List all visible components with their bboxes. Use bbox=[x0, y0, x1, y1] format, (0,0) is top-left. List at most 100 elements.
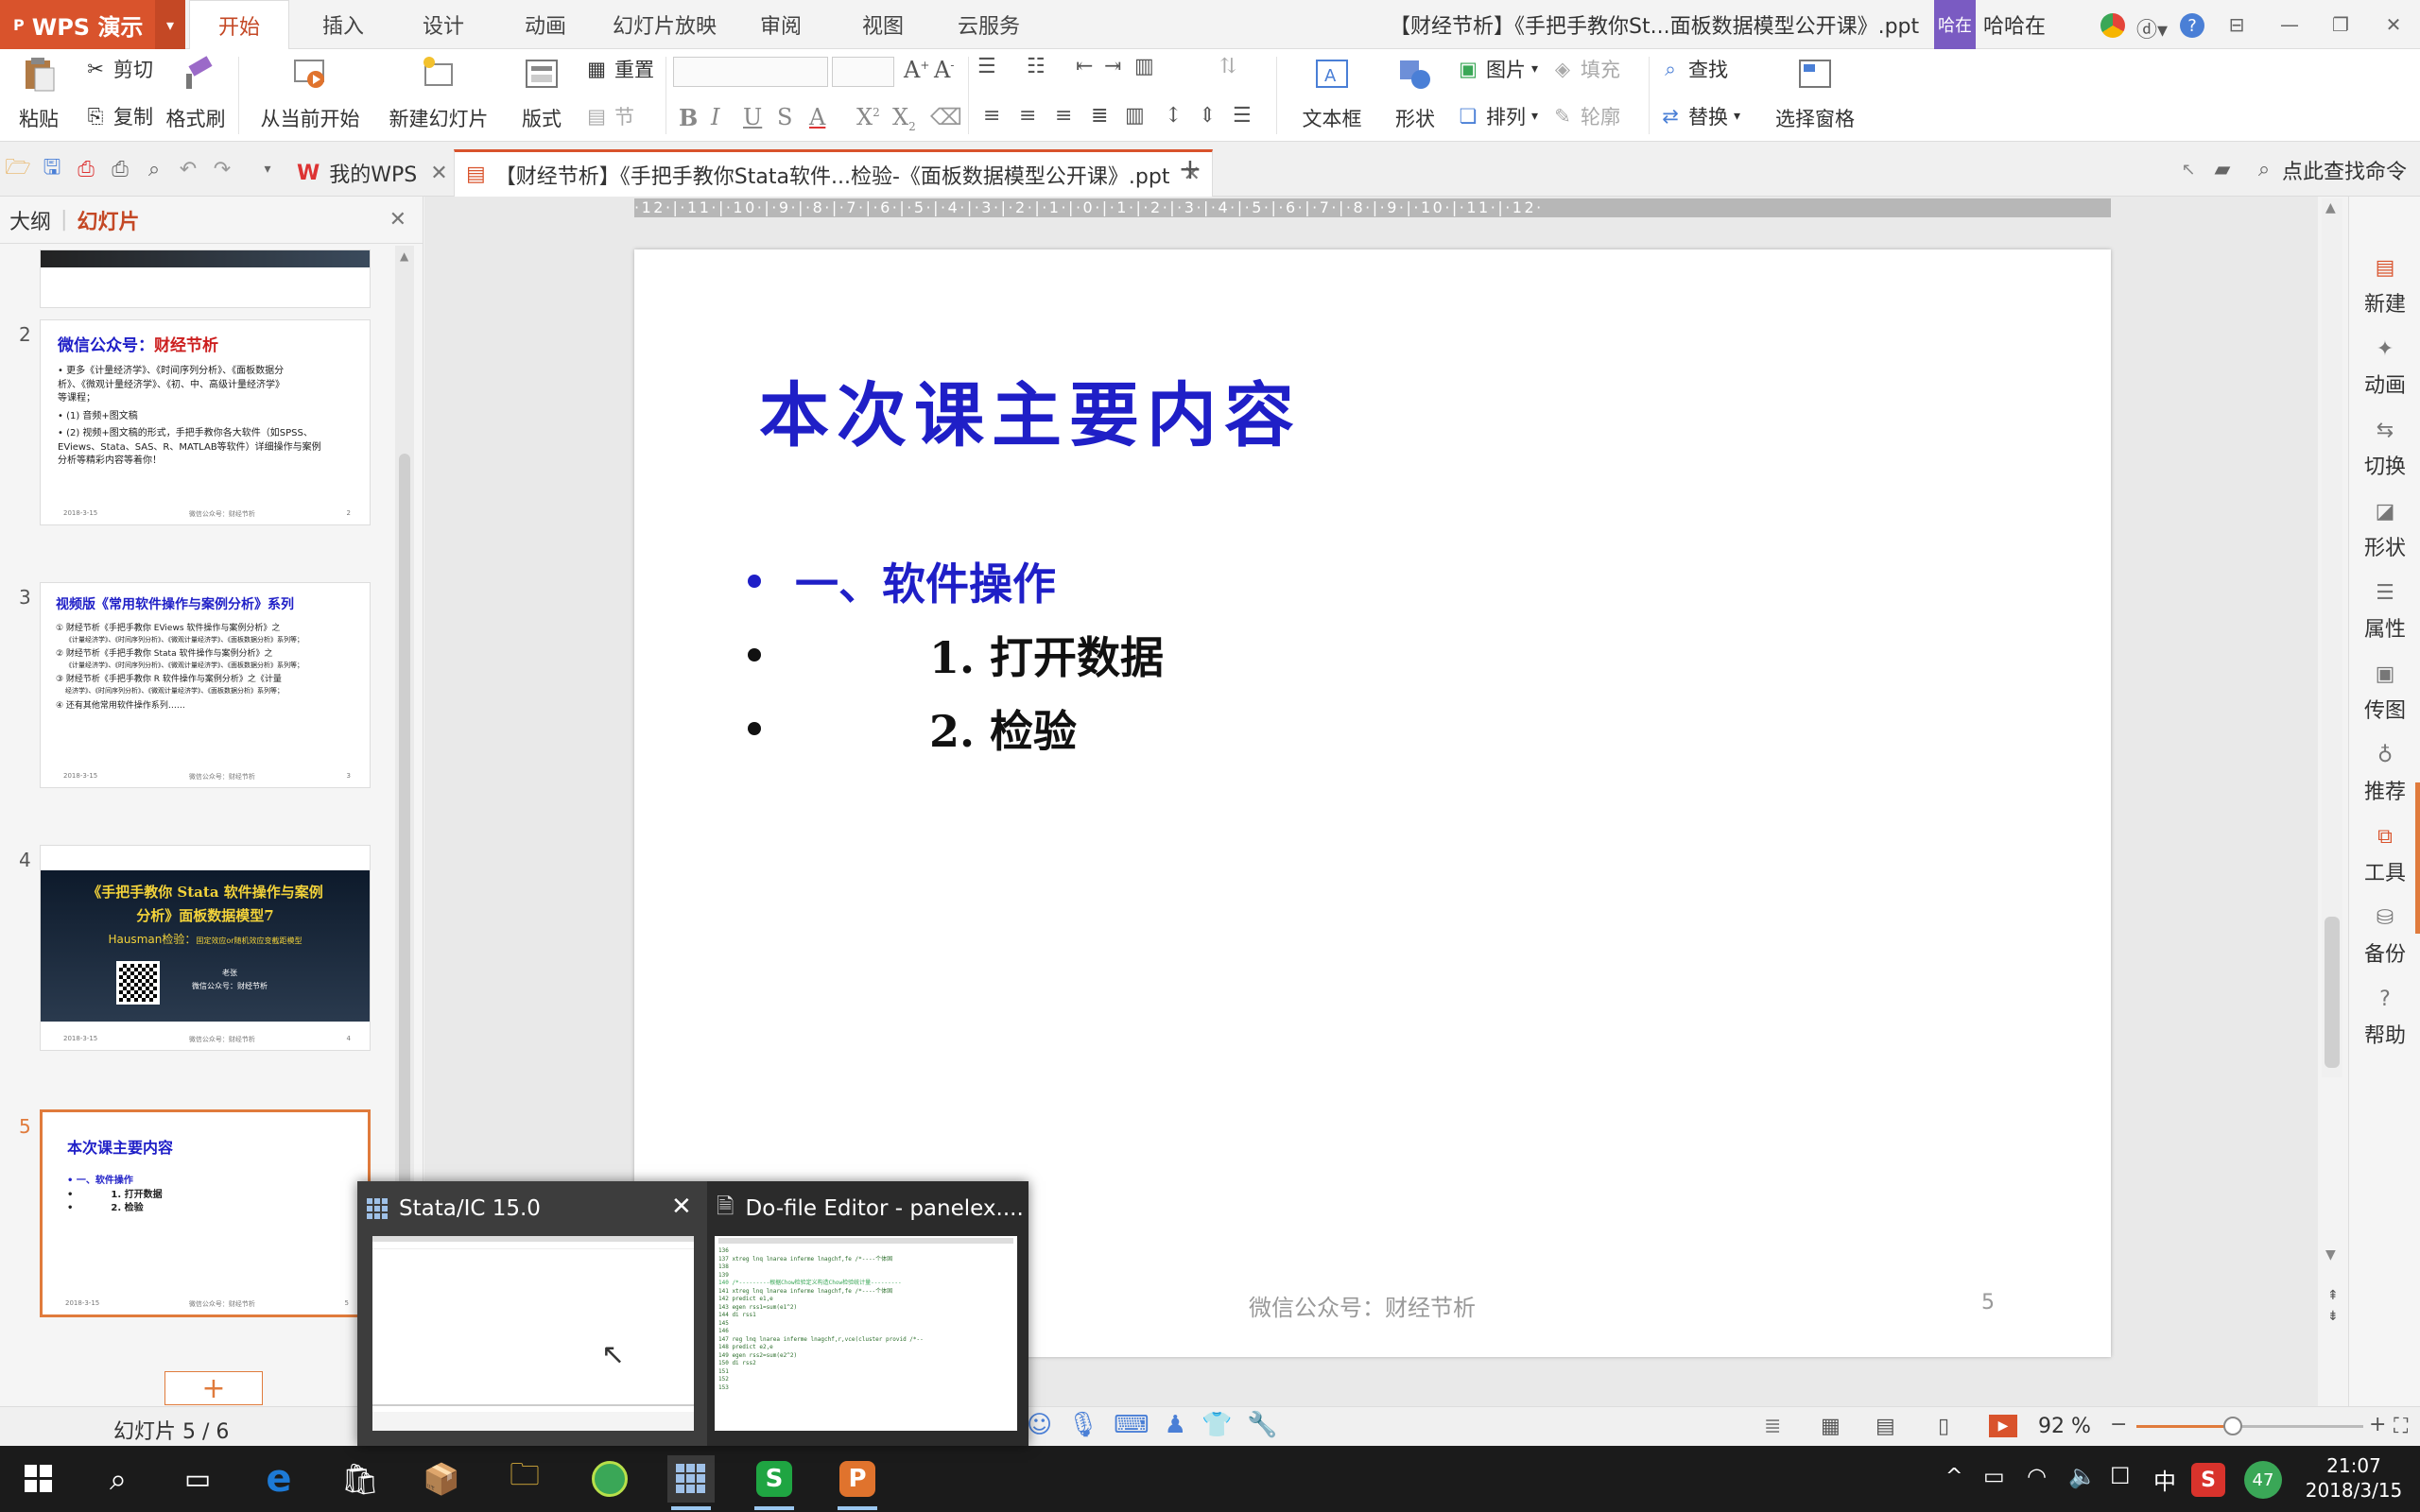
task-view-icon[interactable]: ▭ bbox=[174, 1455, 221, 1503]
rail-upload-image[interactable]: ▣ 传图 bbox=[2349, 660, 2420, 724]
text-direction-icon[interactable]: ⇅ bbox=[1219, 55, 1236, 78]
scrollbar-thumb[interactable] bbox=[2325, 917, 2340, 1068]
package-icon[interactable]: 📦 bbox=[418, 1455, 465, 1503]
wps-spreadsheet-icon[interactable]: S bbox=[751, 1455, 798, 1510]
distribute-icon[interactable]: ▥ bbox=[1125, 104, 1145, 128]
tab-design[interactable]: 设计 bbox=[401, 0, 486, 49]
windows-start-icon[interactable] bbox=[15, 1455, 62, 1503]
print-icon[interactable]: ⎙ bbox=[106, 155, 134, 183]
edge-browser-icon[interactable]: e bbox=[255, 1455, 302, 1503]
columns-icon[interactable]: ▥ bbox=[1134, 55, 1154, 78]
outline-button[interactable]: ✎ 轮廓 bbox=[1550, 102, 1620, 130]
replace-button[interactable]: ⇄ 替换 ▾ bbox=[1658, 102, 1740, 130]
restore-ribbon-icon[interactable]: ⊟ bbox=[2210, 0, 2263, 49]
slide-footer[interactable]: 微信公众号：财经节析 bbox=[1249, 1289, 1476, 1322]
search-icon[interactable]: ⌕ bbox=[2250, 155, 2278, 183]
save-icon[interactable]: 🖫 bbox=[38, 155, 66, 183]
open-folder-icon[interactable]: 🗁 bbox=[4, 155, 32, 183]
redo-icon[interactable]: ↷ bbox=[208, 155, 236, 183]
rail-properties[interactable]: ☰ 属性 bbox=[2349, 578, 2420, 643]
shadow-icon[interactable]: S bbox=[777, 104, 792, 130]
sorter-view-icon[interactable]: ▤ bbox=[1876, 1415, 1895, 1438]
rail-transition[interactable]: ⇆ 切换 bbox=[2349, 416, 2420, 480]
justify-icon[interactable]: ≣ bbox=[1091, 104, 1108, 128]
align-left-icon[interactable]: ≡ bbox=[983, 104, 1000, 128]
reading-view-icon[interactable]: ▯ bbox=[1938, 1415, 1949, 1438]
stata-taskbar-icon[interactable] bbox=[667, 1455, 715, 1510]
bullet-list-icon[interactable]: ☰ bbox=[977, 55, 996, 78]
bold-icon[interactable]: B bbox=[679, 104, 698, 131]
volume-icon[interactable]: 🔈 bbox=[2068, 1463, 2097, 1489]
preview-do-file-editor[interactable]: 🗎 Do-file Editor - panelex.... 136 137 x… bbox=[707, 1181, 1028, 1446]
export-pdf-icon[interactable]: ⎙ bbox=[72, 155, 100, 183]
zoom-in-icon[interactable]: + bbox=[2369, 1413, 2386, 1436]
tab-view[interactable]: 视图 bbox=[839, 0, 926, 49]
numbered-list-icon[interactable]: ☷ bbox=[1027, 55, 1046, 78]
command-search[interactable]: 点此查找命令 bbox=[2282, 155, 2407, 185]
play-from-current-button[interactable]: 从当前开始 bbox=[251, 55, 369, 132]
emoji-icon[interactable]: ☺ bbox=[1027, 1411, 1052, 1439]
rail-new[interactable]: ▤ 新建 bbox=[2349, 253, 2420, 318]
decrease-indent-icon[interactable]: ⇤ bbox=[1076, 55, 1093, 78]
app-menu-button[interactable]: P WPS 演示 ▾ bbox=[0, 0, 185, 49]
preview-stata-main[interactable]: Stata/IC 15.0 ✕ ↖ bbox=[357, 1181, 707, 1446]
close-icon[interactable]: ✕ bbox=[671, 1193, 692, 1221]
show-hidden-icons[interactable]: ^ bbox=[1945, 1465, 1962, 1488]
zoom-level[interactable]: 92 % bbox=[2038, 1415, 2091, 1438]
text-align-icon[interactable]: ☰ bbox=[1233, 104, 1252, 128]
align-center-icon[interactable]: ≡ bbox=[1019, 104, 1036, 128]
search-icon[interactable]: ⌕ bbox=[95, 1455, 142, 1503]
user-avatar[interactable]: 哈在 bbox=[1934, 0, 1976, 49]
fit-window-icon[interactable]: ⛶ bbox=[2394, 1415, 2408, 1438]
undo-icon[interactable]: ↶ bbox=[174, 155, 202, 183]
scroll-up-icon[interactable]: ▲ bbox=[400, 249, 408, 263]
tab-cloud[interactable]: 云服务 bbox=[942, 0, 1036, 49]
tab-home[interactable]: 开始 bbox=[189, 0, 289, 49]
shirt-icon[interactable]: 👕 bbox=[1201, 1411, 1232, 1439]
cut-button[interactable]: ✂ 剪切 bbox=[83, 55, 153, 83]
rail-backup[interactable]: ⛁ 备份 bbox=[2349, 903, 2420, 968]
user-icon[interactable]: ♟ bbox=[1165, 1411, 1186, 1439]
rail-animation[interactable]: ✦ 动画 bbox=[2349, 335, 2420, 399]
scroll-down-icon[interactable]: ▼ bbox=[2325, 1247, 2336, 1263]
font-family-select[interactable] bbox=[673, 57, 828, 87]
decrease-font-icon[interactable]: A- bbox=[934, 57, 954, 83]
add-slide-button[interactable]: + bbox=[164, 1371, 263, 1405]
arrange-button[interactable]: ❏ 排列 ▾ bbox=[1456, 102, 1538, 130]
slide-bullet-1[interactable]: 一、软件操作 bbox=[748, 550, 1056, 612]
scroll-up-icon[interactable]: ▲ bbox=[2325, 200, 2336, 215]
rail-help[interactable]: ? 帮助 bbox=[2349, 985, 2420, 1049]
play-slideshow-icon[interactable]: ▶ bbox=[1989, 1415, 2017, 1437]
cursor-icon[interactable]: ↖ bbox=[2174, 155, 2203, 183]
slide-thumbnail-4[interactable]: 《手把手教你 Stata 软件操作与案例 分析》面板数据模型7 Hausman检… bbox=[40, 845, 371, 1051]
subscript-icon[interactable]: X2 bbox=[892, 104, 916, 133]
slide-thumbnail-2[interactable]: 微信公众号：财经节析 • 更多《计量经济学》、《时间序列分析》、《面板数据分 析… bbox=[40, 319, 371, 525]
new-slide-button[interactable]: 新建幻灯片 bbox=[380, 55, 497, 132]
tab-outline[interactable]: 大纲 bbox=[0, 205, 60, 235]
slide-thumbnail-1[interactable] bbox=[40, 249, 371, 308]
slide-thumbnail-3[interactable]: 视频版《常用软件操作与案例分析》系列 ① 财经节析《手把手教你 EViews 软… bbox=[40, 582, 371, 788]
underline-icon[interactable]: U bbox=[743, 104, 762, 130]
sogou-icon[interactable]: S bbox=[2191, 1463, 2225, 1497]
new-tab-icon[interactable]: + bbox=[1176, 153, 1204, 186]
tab-active-document[interactable]: ▤ 【财经节析】《手把手教你Stata软件...检验-《面板数据模型公开课》.p… bbox=[454, 149, 1213, 197]
normal-view-icon[interactable]: ▦ bbox=[1821, 1415, 1841, 1438]
find-button[interactable]: ⌕ 查找 bbox=[1658, 55, 1728, 83]
slide-bullet-2[interactable]: 1. 打开数据 bbox=[748, 624, 1164, 686]
font-color-icon[interactable]: A bbox=[809, 104, 825, 130]
rail-shape[interactable]: ◪ 形状 bbox=[2349, 497, 2420, 561]
skin-icon[interactable] bbox=[2100, 13, 2125, 38]
slide-page-number[interactable]: 5 bbox=[1981, 1291, 1995, 1314]
superscript-icon[interactable]: X2 bbox=[856, 104, 880, 130]
copy-button[interactable]: ⎘ 复制 bbox=[83, 102, 153, 130]
store-icon[interactable]: 🛍 bbox=[337, 1455, 384, 1503]
notes-icon[interactable]: ≣ bbox=[1764, 1415, 1781, 1438]
zoom-slider-handle[interactable] bbox=[2223, 1417, 2242, 1435]
ime-indicator[interactable]: 中 bbox=[2153, 1463, 2176, 1496]
line-spacing-icon[interactable]: ↕ bbox=[1165, 104, 1182, 128]
keyboard-icon[interactable]: ⌨ bbox=[1114, 1411, 1150, 1439]
align-right-icon[interactable]: ≡ bbox=[1055, 104, 1072, 128]
slide-title[interactable]: 本次课主要内容 bbox=[759, 359, 1302, 460]
canvas-scrollbar[interactable]: ▲ ▼ bbox=[2322, 198, 2342, 1263]
browser-360-icon[interactable] bbox=[586, 1455, 633, 1503]
